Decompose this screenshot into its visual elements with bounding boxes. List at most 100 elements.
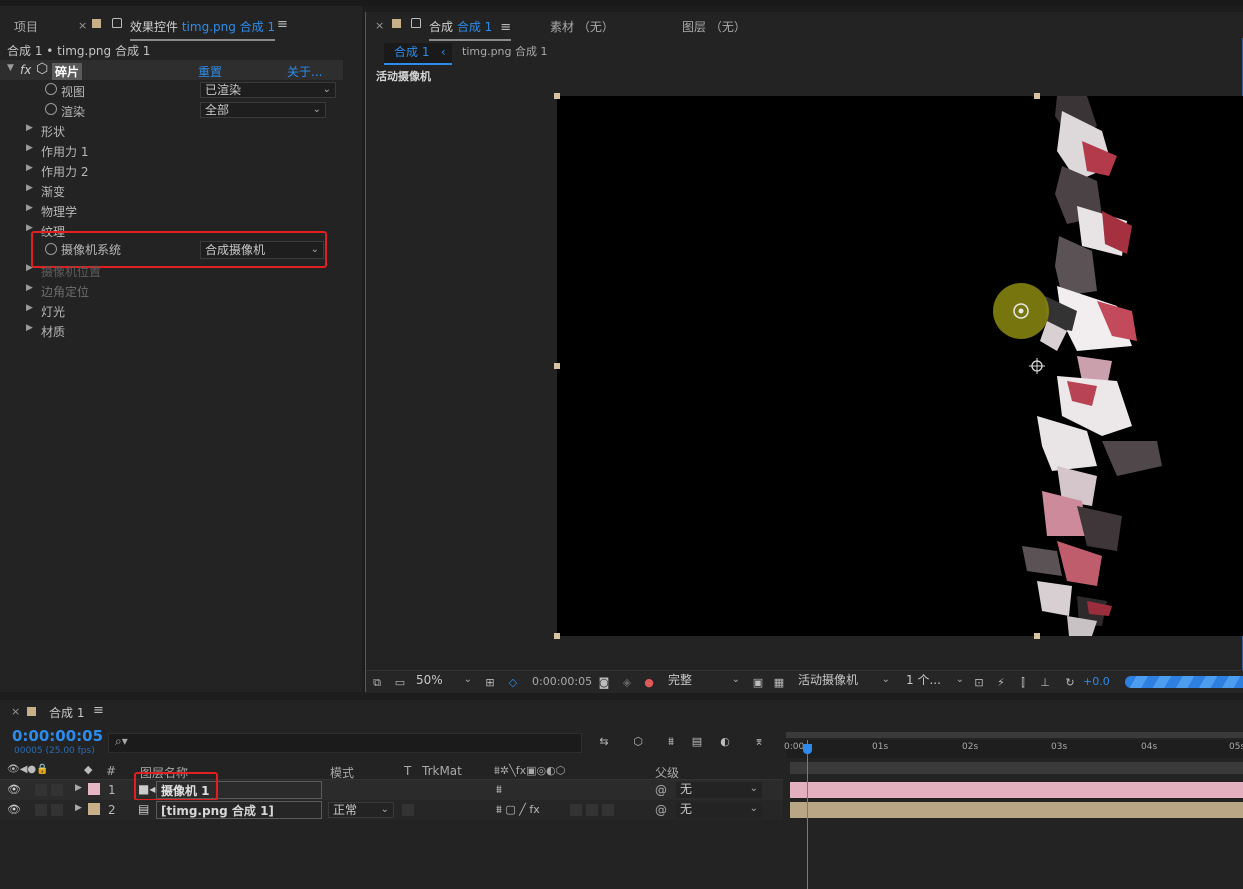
region-of-interest-icon[interactable]: ▣ <box>751 676 765 689</box>
work-area-bar[interactable] <box>786 732 1243 738</box>
solo-toggle[interactable] <box>35 784 47 796</box>
group-physics[interactable]: ▶ 物理学 <box>0 200 343 220</box>
close-icon[interactable]: × <box>78 19 87 32</box>
expand-icon[interactable]: ▶ <box>26 283 33 293</box>
composition-mini-flowchart-icon[interactable]: ⇆ <box>597 735 611 748</box>
expand-icon[interactable]: ▶ <box>26 123 33 133</box>
reset-link[interactable]: 重置 <box>198 63 222 80</box>
lock-icon[interactable] <box>411 15 421 29</box>
expand-icon[interactable]: ▶ <box>26 303 33 313</box>
eye-icon[interactable]: 👁 <box>7 803 21 816</box>
expand-icon[interactable]: ▶ <box>26 323 33 333</box>
about-link[interactable]: 关于... <box>287 63 322 80</box>
group-camera-position[interactable]: ▶ 摄像机位置 <box>0 260 343 280</box>
pickwhip-icon[interactable]: @ <box>655 803 667 817</box>
group-material[interactable]: ▶ 材质 <box>0 320 343 340</box>
tab-layer[interactable]: 图层 （无） <box>682 18 746 35</box>
show-snapshot-icon[interactable]: ◈ <box>620 676 634 689</box>
stopwatch-icon[interactable] <box>45 103 57 115</box>
resolution-dropdown[interactable]: 完整 ⌄ <box>664 673 744 689</box>
expand-icon[interactable]: ▶ <box>26 143 33 153</box>
group-lighting[interactable]: ▶ 灯光 <box>0 300 343 320</box>
lock-toggle[interactable] <box>51 784 63 796</box>
parent-dropdown[interactable]: 无 ⌄ <box>676 782 762 798</box>
panel-menu-icon[interactable]: ≡ <box>277 17 288 32</box>
expand-icon[interactable]: ▶ <box>26 263 33 273</box>
group-shape[interactable]: ▶ 形状 <box>0 120 343 140</box>
snapshot-region-icon[interactable]: ⧉ <box>370 676 384 689</box>
selection-handle[interactable] <box>1034 93 1040 99</box>
effect-name[interactable]: 碎片 <box>52 63 83 80</box>
expand-icon[interactable]: ▶ <box>75 803 82 813</box>
group-gradient[interactable]: ▶ 渐变 <box>0 180 343 200</box>
tab-effect-controls[interactable]: 效果控件 timg.png 合成 1 <box>130 18 276 41</box>
expand-icon[interactable]: ▶ <box>75 783 82 793</box>
expand-icon[interactable]: ▶ <box>26 163 33 173</box>
toggle-pixel-aspect-icon[interactable]: ⊡ <box>972 676 986 689</box>
lock-toggle[interactable] <box>51 804 63 816</box>
mask-visibility-icon[interactable]: ◇ <box>506 676 520 689</box>
monitor-icon[interactable]: ▭ <box>393 676 407 689</box>
render-dropdown[interactable]: 全部 ⌄ <box>200 102 326 118</box>
solo-toggle[interactable] <box>35 804 47 816</box>
motion-blur-icon[interactable]: ◐ <box>718 735 732 748</box>
comp-canvas[interactable] <box>557 96 1243 636</box>
zoom-dropdown[interactable]: 50% ⌄ <box>412 673 476 689</box>
switch-cell[interactable] <box>602 804 614 816</box>
panel-menu-icon[interactable]: ≡ <box>496 20 511 35</box>
exposure-value[interactable]: +0.0 <box>1083 675 1110 688</box>
selection-handle[interactable] <box>1034 633 1040 639</box>
view-layout-dropdown[interactable]: 1 个... ⌄ <box>902 673 968 689</box>
layer-bar-precomp[interactable] <box>790 802 1243 818</box>
reset-exposure-icon[interactable]: ↻ <box>1063 676 1077 689</box>
label-color-swatch[interactable] <box>88 803 100 815</box>
preserve-transparency-toggle[interactable] <box>402 804 414 816</box>
tab-composition[interactable]: 合成 合成 1 ≡ <box>429 18 512 41</box>
camera-view-dropdown[interactable]: 活动摄像机 ⌄ <box>794 673 894 689</box>
hide-shy-layers-icon[interactable]: ⩩ <box>664 735 678 748</box>
eye-icon[interactable]: 👁 <box>7 783 21 796</box>
layer-bar-camera[interactable] <box>790 782 1243 798</box>
transparency-grid-icon[interactable]: ▦ <box>772 676 786 689</box>
selection-handle[interactable] <box>554 363 560 369</box>
work-area-range[interactable] <box>790 762 1243 774</box>
switch-cell[interactable] <box>586 804 598 816</box>
close-icon[interactable]: × <box>11 705 20 718</box>
lock-icon[interactable] <box>112 15 122 29</box>
group-force-1[interactable]: ▶ 作用力 1 <box>0 140 343 160</box>
draft-3d-icon[interactable]: ⬡ <box>631 735 645 748</box>
fx-icon[interactable]: fx <box>20 63 31 77</box>
flowchart-icon[interactable]: ⊥ <box>1038 676 1052 689</box>
col-trkmat[interactable]: TrkMat <box>422 764 462 778</box>
group-force-2[interactable]: ▶ 作用力 2 <box>0 160 343 180</box>
close-icon[interactable]: × <box>375 19 384 32</box>
current-time[interactable]: 0:00:00:05 <box>532 675 592 688</box>
selection-handle[interactable] <box>554 93 560 99</box>
group-corner-pin[interactable]: ▶ 边角定位 <box>0 280 343 300</box>
stopwatch-icon[interactable] <box>45 83 57 95</box>
layer-name-field[interactable]: [timg.png 合成 1] <box>156 801 322 819</box>
tab-project[interactable]: 项目 <box>14 18 38 35</box>
expand-icon[interactable]: ▼ <box>7 63 14 73</box>
timeline-timecode[interactable]: 0:00:00:05 <box>12 727 103 745</box>
frame-blending-icon[interactable]: ▤ <box>690 735 704 748</box>
layer-switches[interactable]: ⩩ ▢ ╱ fx <box>496 803 540 817</box>
subtab-current[interactable]: 合成 1 ‹ <box>384 43 452 65</box>
label-color-swatch[interactable] <box>88 783 100 795</box>
playhead[interactable] <box>807 740 808 889</box>
time-ruler[interactable] <box>786 740 1243 758</box>
col-mode[interactable]: 模式 <box>330 764 354 781</box>
fast-previews-icon[interactable]: ⚡ <box>994 676 1008 689</box>
expand-icon[interactable]: ▶ <box>26 203 33 213</box>
timeline-icon[interactable]: ⫿ <box>1016 676 1030 689</box>
color-channels-icon[interactable]: ● <box>642 676 656 689</box>
subtab-next[interactable]: timg.png 合成 1 <box>462 43 548 59</box>
layer-search-input[interactable]: ⌕▾ <box>108 733 582 753</box>
selection-handle[interactable] <box>554 633 560 639</box>
effect-header[interactable]: ▼ fx ⬡ 碎片 重置 关于... <box>0 60 343 80</box>
layer-row[interactable]: 👁 ▶ 2 ▤ [timg.png 合成 1] 正常 ⌄ ⩩ ▢ ╱ fx @ 无… <box>0 800 783 820</box>
graph-editor-icon[interactable]: ⌆ <box>752 735 766 748</box>
tab-timeline-comp[interactable]: 合成 1 <box>49 704 84 721</box>
camera-snapshot-icon[interactable]: ◙ <box>597 676 611 689</box>
tab-footage[interactable]: 素材 （无） <box>550 18 614 35</box>
